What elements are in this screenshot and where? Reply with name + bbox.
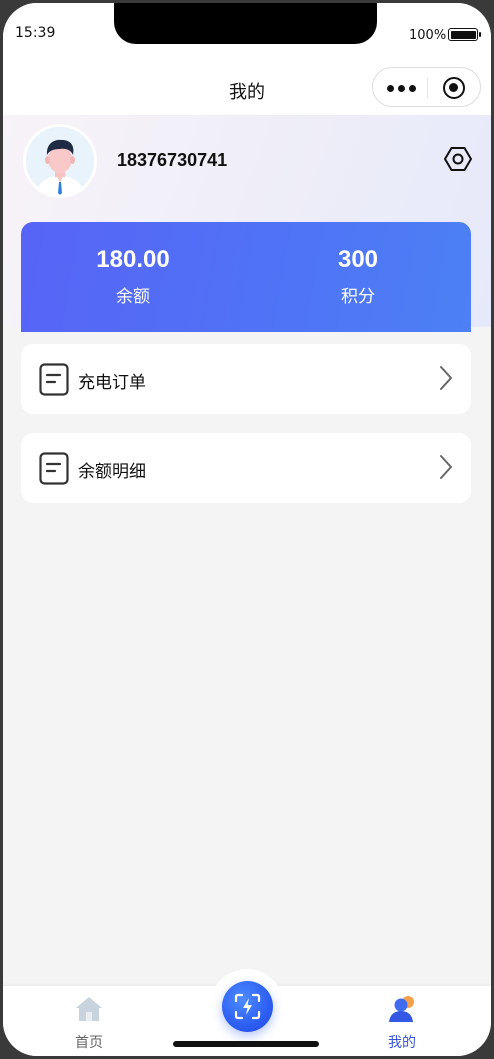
user-phone-number: 18376730741 (117, 150, 228, 170)
avatar-person-icon (26, 127, 94, 195)
balance-label: 余额 (116, 287, 150, 307)
user-icon (389, 996, 414, 1022)
close-miniprogram-icon[interactable] (443, 77, 465, 99)
scan-charge-button[interactable] (222, 981, 273, 1032)
chevron-right-icon (440, 455, 452, 479)
tab-home[interactable]: 首页 (49, 994, 129, 1052)
nav-bar: 我的 (3, 63, 491, 115)
balance-card: 180.00 余额 300 积分 (21, 222, 471, 332)
balance-stat[interactable]: 180.00 余额 (58, 246, 208, 307)
more-icon[interactable] (387, 85, 417, 93)
miniprogram-capsule (372, 67, 481, 107)
menu-item-label: 充电订单 (78, 373, 146, 393)
battery-icon (448, 28, 481, 41)
capsule-divider (427, 78, 428, 98)
chevron-right-icon (440, 366, 452, 390)
tab-mine-label: 我的 (388, 1035, 416, 1051)
points-value: 300 (337, 246, 379, 273)
profile-header: 18376730741 180.00 余额 300 积分 (3, 115, 491, 332)
home-icon (76, 997, 102, 1021)
document-icon (39, 363, 69, 396)
status-bar: 15:39 100% (3, 3, 491, 63)
home-indicator (173, 1041, 319, 1047)
points-label: 积分 (341, 287, 375, 307)
avatar[interactable] (23, 124, 97, 198)
tab-home-label: 首页 (75, 1035, 103, 1051)
notch (114, 3, 377, 44)
menu-item-charging-orders[interactable]: 充电订单 (21, 344, 471, 414)
battery-percentage: 100% (409, 28, 447, 43)
phone-screen: 15:39 100% 我的 18376730741 180.00 余额 300 … (3, 3, 491, 1056)
points-stat[interactable]: 300 积分 (283, 246, 433, 307)
menu-item-balance-details[interactable]: 余额明细 (21, 433, 471, 503)
document-icon (39, 452, 69, 485)
status-time: 15:39 (15, 25, 56, 41)
scan-charge-icon (234, 993, 261, 1020)
balance-value: 180.00 (96, 246, 170, 273)
settings-icon[interactable] (443, 144, 473, 174)
tab-mine[interactable]: 我的 (362, 994, 442, 1052)
menu-item-label: 余额明细 (78, 462, 146, 482)
